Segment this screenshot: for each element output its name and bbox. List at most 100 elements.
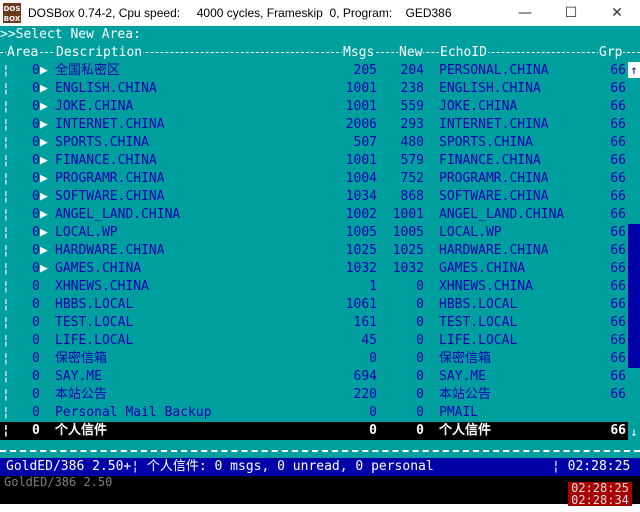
close-button[interactable]: ✕ [594, 0, 640, 26]
row-border: ¦ [2, 99, 10, 114]
row-area: 0 [32, 261, 40, 276]
row-description: 全国私密区 [55, 63, 121, 78]
row-pointer-icon: ▶ [40, 261, 48, 276]
row-area: 0 [32, 315, 40, 330]
row-border: ¦ [2, 81, 10, 96]
row-border: ¦ [2, 135, 10, 150]
row-pointer-icon: ▶ [40, 99, 48, 114]
row-grp: 66 [610, 333, 626, 348]
row-description: Personal Mail Backup [55, 405, 212, 420]
area-row[interactable]: ¦ 0 本站公告 220 0 本站公告 66 [0, 386, 640, 404]
row-area: 0 [32, 153, 40, 168]
row-border: ¦ [2, 279, 10, 294]
row-echoid: HARDWARE.CHINA [439, 243, 549, 258]
header-area: Area [6, 44, 40, 62]
area-row[interactable]: ¦ 0 ▶ FINANCE.CHINA 1001 579 FINANCE.CHINA 66 [0, 152, 640, 170]
row-area: 0 [32, 423, 40, 438]
screen-residue: GoldED/386 2.50 02:28:25 02:28:34 [0, 475, 640, 506]
row-border: ¦ [2, 225, 10, 240]
row-grp: 66 [610, 297, 626, 312]
row-echoid: SPORTS.CHINA [439, 135, 533, 150]
dos-screen: >>Select New Area: Area Description Msgs… [0, 26, 640, 476]
row-border: ¦ [2, 117, 10, 132]
scrollbar[interactable]: ↑ ↓ [628, 62, 640, 440]
area-row[interactable]: ¦ 0 HBBS.LOCAL 1061 0 HBBS.LOCAL 66 [0, 296, 640, 314]
row-grp: 66 [610, 153, 626, 168]
row-echoid: GAMES.CHINA [439, 261, 526, 276]
row-new: 1005 [392, 225, 424, 240]
row-new: 579 [400, 153, 424, 168]
row-description: ANGEL_LAND.CHINA [55, 207, 181, 222]
area-row[interactable]: ¦ 0 ▶ SOFTWARE.CHINA 1034 868 SOFTWARE.CHINA 66 [0, 188, 640, 206]
scroll-thumb[interactable] [628, 224, 640, 368]
area-row[interactable]: ¦ 0 ▶ PROGRAMR.CHINA 1004 752 PROGRAMR.CHINA 66 [0, 170, 640, 188]
residue-text: GoldED/386 2.50 [4, 475, 113, 489]
row-new: 1032 [392, 261, 424, 276]
row-border: ¦ [2, 261, 10, 276]
row-grp: 66 [610, 135, 626, 150]
row-grp: 66 [610, 63, 626, 78]
row-echoid: ANGEL_LAND.CHINA [439, 207, 565, 222]
area-row[interactable]: ¦ 0 LIFE.LOCAL 45 0 LIFE.LOCAL 66 [0, 332, 640, 350]
row-echoid: 个人信件 [439, 423, 492, 438]
row-description: 本站公告 [55, 387, 108, 402]
header-description: Description [55, 44, 144, 62]
row-border: ¦ [2, 333, 10, 348]
area-row[interactable]: ¦ 0 ▶ HARDWARE.CHINA 1025 1025 HARDWARE.CHINA 6… [0, 242, 640, 260]
row-area: 0 [32, 135, 40, 150]
area-row[interactable]: ¦ 0 XHNEWS.CHINA 1 0 XHNEWS.CHINA 66 [0, 278, 640, 296]
header-new: New [398, 44, 424, 62]
area-row[interactable]: ¦ 0 ▶ 全国私密区 205 204 PERSONAL.CHINA 66 [0, 62, 640, 80]
row-new: 0 [416, 279, 424, 294]
row-area: 0 [32, 207, 40, 222]
row-description: FINANCE.CHINA [55, 153, 157, 168]
window-title: DOSBox 0.74-2, Cpu speed: 4000 cycles, F… [28, 6, 452, 20]
area-row[interactable]: ¦ 0 个人信件 0 0 个人信件 66 [0, 422, 640, 440]
icon-label-top: DOS [3, 5, 21, 13]
area-row[interactable]: ¦ 0 SAY.ME 694 0 SAY.ME 66 [0, 368, 640, 386]
row-grp: 66 [610, 261, 626, 276]
row-area: 0 [32, 405, 40, 420]
row-border: ¦ [2, 297, 10, 312]
row-area: 0 [32, 99, 40, 114]
row-border: ¦ [2, 153, 10, 168]
row-new: 0 [416, 315, 424, 330]
row-description: HBBS.LOCAL [55, 297, 134, 312]
row-description: 保密信箱 [55, 351, 108, 366]
area-row[interactable]: ¦ 0 ▶ ANGEL_LAND.CHINA 1002 1001 ANGEL_LAND.CH… [0, 206, 640, 224]
row-new: 0 [416, 423, 424, 438]
row-new: 0 [416, 351, 424, 366]
row-echoid: INTERNET.CHINA [439, 117, 549, 132]
row-border: ¦ [2, 387, 10, 402]
maximize-button[interactable]: ☐ [548, 0, 594, 26]
row-description: LIFE.LOCAL [55, 333, 134, 348]
scroll-up-arrow-icon[interactable]: ↑ [628, 62, 640, 78]
row-pointer-icon: ▶ [40, 207, 48, 222]
row-area: 0 [32, 333, 40, 348]
row-grp: 66 [610, 315, 626, 330]
area-row[interactable]: ¦ 0 ▶ INTERNET.CHINA 2006 293 INTERNET.CHINA 66 [0, 116, 640, 134]
area-row[interactable]: ¦ 0 保密信箱 0 0 保密信箱 66 [0, 350, 640, 368]
row-grp: 66 [610, 369, 626, 384]
row-echoid: PROGRAMR.CHINA [439, 171, 549, 186]
area-row[interactable]: ¦ 0 ▶ ENGLISH.CHINA 1001 238 ENGLISH.CHINA 66 [0, 80, 640, 98]
row-echoid: 保密信箱 [439, 351, 492, 366]
area-row[interactable]: ¦ 0 TEST.LOCAL 161 0 TEST.LOCAL 66 [0, 314, 640, 332]
dosbox-icon: DOS BOX [3, 3, 21, 23]
row-grp: 66 [610, 279, 626, 294]
row-new: 559 [400, 99, 424, 114]
row-echoid: SAY.ME [439, 369, 486, 384]
area-row[interactable]: ¦ 0 ▶ JOKE.CHINA 1001 559 JOKE.CHINA 66 [0, 98, 640, 116]
minimize-button[interactable]: — [502, 0, 548, 26]
row-new: 0 [416, 405, 424, 420]
area-row[interactable]: ¦ 0 Personal Mail Backup 0 0 PMAIL [0, 404, 640, 422]
scroll-down-arrow-icon[interactable]: ↓ [628, 424, 640, 440]
area-row[interactable]: ¦ 0 ▶ GAMES.CHINA 1032 1032 GAMES.CHINA 66 [0, 260, 640, 278]
status-bar: GoldED/386 2.50+¦ 个人信件: 0 msgs, 0 unread… [0, 458, 640, 476]
row-grp: 66 [610, 207, 626, 222]
area-row[interactable]: ¦ 0 ▶ LOCAL.WP 1005 1005 LOCAL.WP 66 [0, 224, 640, 242]
row-border: ¦ [2, 369, 10, 384]
row-description: SAY.ME [55, 369, 102, 384]
area-row[interactable]: ¦ 0 ▶ SPORTS.CHINA 507 480 SPORTS.CHINA 66 [0, 134, 640, 152]
row-new: 1025 [392, 243, 424, 258]
